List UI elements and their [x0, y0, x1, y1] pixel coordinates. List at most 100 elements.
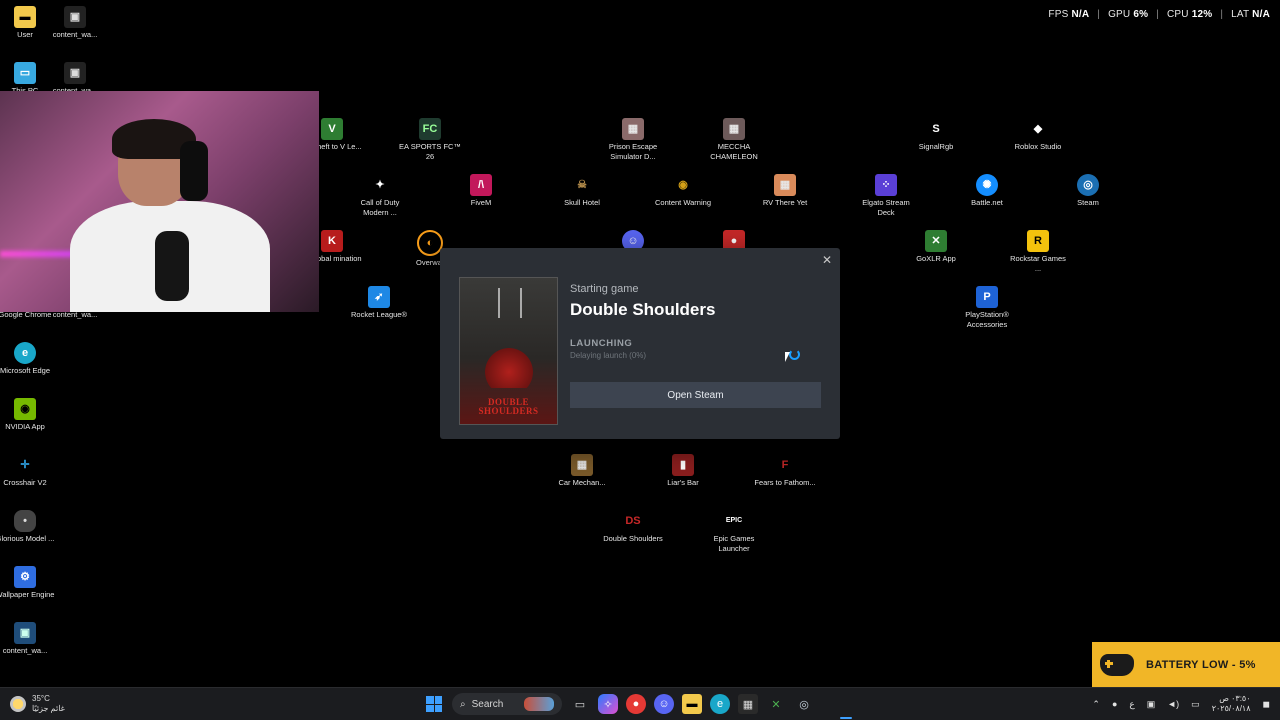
rocketleague-icon: ➶ — [368, 286, 390, 308]
lat-value: N/A — [1252, 9, 1270, 20]
edge-taskbar-icon[interactable]: e — [710, 694, 730, 714]
desktop-icon-car-mechanic[interactable]: ▦ Car Mechan... — [550, 454, 614, 488]
desktop-icon-meccha[interactable]: ▦ MECCHA CHAMELEON — [702, 118, 766, 162]
network-icon[interactable]: ▣ — [1147, 699, 1156, 710]
desktop-icon-edge[interactable]: e Microsoft Edge — [0, 342, 57, 376]
clock-date: ٢٠٢٥/٠٨/١٨ — [1211, 704, 1251, 713]
performance-overlay: FPS N/A | GPU 6% | CPU 12% | LAT N/A — [1048, 9, 1270, 20]
battery-low-toast: BATTERY LOW - 5% — [1092, 642, 1280, 688]
desktop-icon-fears-to-fathom[interactable]: F Fears to Fathom... — [753, 454, 817, 488]
desktop-icon-rv-there-yet[interactable]: ▦ RV There Yet — [753, 174, 817, 208]
desktop-icon-content-4[interactable]: ▣ content_wa... — [0, 622, 57, 656]
desktop-icon-glorious[interactable]: • Glorious Model ... — [0, 510, 57, 544]
desktop-icon-stream-deck[interactable]: ⁘ Elgato Stream Deck — [854, 174, 918, 218]
cover-title: DOUBLE SHOULDERS — [460, 398, 557, 416]
gpu-label: GPU — [1108, 9, 1131, 20]
active-app-indicator — [840, 717, 852, 719]
desktop-icon-steam[interactable]: ◎ Steam — [1056, 174, 1120, 208]
desktop-icon-double-shoulders[interactable]: DS Double Shoulders — [601, 510, 665, 544]
webcam-feed — [0, 91, 319, 312]
game-cover-art: DOUBLE SHOULDERS — [459, 277, 558, 425]
launch-status: LAUNCHING — [570, 338, 633, 349]
copilot-icon[interactable]: ✧ — [598, 694, 618, 714]
taskbar: 35°C غائم جزئيًا ⌕ Search ▭ ✧ ● ☺ ▬ e ▦ … — [0, 687, 1280, 720]
mouse-cursor-icon — [785, 352, 790, 362]
desktop-icon-ps-accessories[interactable]: P PlayStation® Accessories — [955, 286, 1019, 330]
clock-time: ٠٣:٥٠ ص — [1219, 694, 1251, 703]
desktop-icon-content-1[interactable]: ▣ content_wa... — [43, 6, 107, 40]
taskbar-search[interactable]: ⌕ Search — [452, 693, 562, 715]
desktop-icon-signalrgb[interactable]: S SignalRgb — [904, 118, 968, 152]
launch-substatus: Delaying launch (0%) — [570, 351, 647, 360]
cover-figure — [498, 288, 522, 318]
close-icon[interactable]: ✕ — [822, 253, 832, 267]
cover-title-line2: SHOULDERS — [478, 406, 539, 416]
weather-icon — [10, 696, 26, 712]
game-icon: ▮ — [672, 454, 694, 476]
gamepad-icon — [1100, 654, 1134, 676]
desktop-icon-goxlr[interactable]: ✕ GoXLR App — [904, 230, 968, 264]
desktop-icon-rocket-league[interactable]: ➶ Rocket League® — [347, 286, 411, 320]
store-icon[interactable]: ▦ — [738, 694, 758, 714]
desktop-icon-rockstar[interactable]: R Rockstar Games ... — [1006, 230, 1070, 274]
signalrgb-icon: S — [932, 123, 940, 135]
open-steam-button[interactable]: Open Steam — [570, 382, 821, 408]
epic-icon: EPIC — [725, 517, 743, 524]
desktop-icon-roblox[interactable]: ◆ Roblox Studio — [1006, 118, 1070, 152]
clock[interactable]: ٠٣:٥٠ ص ٢٠٢٥/٠٨/١٨ — [1212, 694, 1251, 714]
desktop-icon-crosshair[interactable]: ✛ Crosshair V2 — [0, 454, 57, 488]
streamdeck-icon: ⁘ — [875, 174, 897, 196]
goxlr-icon: ✕ — [925, 230, 947, 252]
chevron-up-icon[interactable]: ⌃ — [1092, 699, 1100, 710]
desktop-icon-cod[interactable]: ✦ Call of Duty Modern ... — [348, 174, 412, 218]
battery-low-text: BATTERY LOW - 5% — [1146, 659, 1256, 671]
wallpaper-icon: ⚙ — [14, 566, 36, 588]
desktop-icon-liars-bar[interactable]: ▮ Liar's Bar — [651, 454, 715, 488]
search-label: Search — [471, 698, 504, 710]
battlenet-icon: ✺ — [976, 174, 998, 196]
app-icon: ▣ — [14, 622, 36, 644]
desktop-icon-skull-hotel[interactable]: ☠ Skull Hotel — [550, 174, 614, 208]
gpu-value: 6% — [1133, 9, 1149, 20]
windows-icon — [426, 696, 442, 712]
steam-taskbar-icon[interactable]: ◎ — [794, 694, 814, 714]
game-icon: ▦ — [774, 174, 796, 196]
language-indicator[interactable]: ع — [1129, 699, 1134, 710]
file-explorer-icon[interactable]: ▬ — [682, 694, 702, 714]
desktop-icon-content-warning[interactable]: ◉ Content Warning — [651, 174, 715, 208]
cod-icon: ✦ — [375, 179, 385, 191]
steam-launch-dialog: ✕ DOUBLE SHOULDERS Starting game Double … — [440, 248, 840, 439]
crosshair-icon: ✛ — [20, 459, 30, 471]
start-button[interactable] — [424, 694, 444, 714]
battery-icon[interactable]: ▭ — [1191, 699, 1200, 710]
desktop-icon-ea-fc[interactable]: FC EA SPORTS FC™ 26 — [398, 118, 462, 162]
weather-widget[interactable]: 35°C غائم جزئيًا — [10, 694, 65, 714]
playstation-icon: P — [976, 286, 998, 308]
volume-icon[interactable]: ◄) — [1167, 699, 1179, 709]
monitor-icon: ▭ — [14, 62, 36, 84]
chrome-icon[interactable]: ● — [626, 694, 646, 714]
desktop-icon-fivem[interactable]: /\ FiveM — [449, 174, 513, 208]
notification-icon[interactable]: ◼ — [1263, 699, 1270, 710]
desktop-icon-epic-games[interactable]: EPIC Epic Games Launcher — [702, 510, 766, 554]
game-icon: ▦ — [723, 118, 745, 140]
xbox-icon[interactable]: ✕ — [766, 694, 786, 714]
task-view-icon[interactable]: ▭ — [570, 694, 590, 714]
game-icon: ▦ — [571, 454, 593, 476]
fps-label: FPS — [1048, 9, 1069, 20]
microphone-icon[interactable]: ● — [1112, 699, 1117, 709]
discord-taskbar-icon[interactable]: ☺ — [654, 694, 674, 714]
steam-icon: ◎ — [1077, 174, 1099, 196]
desktop-icon-prison-escape[interactable]: ▦ Prison Escape Simulator D... — [601, 118, 665, 162]
cover-hands — [485, 348, 533, 388]
fivem-icon: /\ — [470, 174, 492, 196]
cpu-value: 12% — [1191, 9, 1213, 20]
desktop-icon-wallpaper-engine[interactable]: ⚙ Wallpaper Engine — [0, 566, 57, 600]
desktop-icon-battlenet[interactable]: ✺ Battle.net — [955, 174, 1019, 208]
system-tray: ⌃ ● ع ▣ ◄) ▭ ٠٣:٥٠ ص ٢٠٢٥/٠٨/١٨ ◼ — [1092, 694, 1270, 714]
search-icon: ⌕ — [460, 698, 466, 710]
game-title: Double Shoulders — [570, 300, 716, 319]
desktop-icon-nvidia[interactable]: ◉ NVIDIA App — [0, 398, 57, 432]
game-icon: ◉ — [678, 179, 688, 191]
weather-temp: 35°C — [32, 694, 50, 703]
